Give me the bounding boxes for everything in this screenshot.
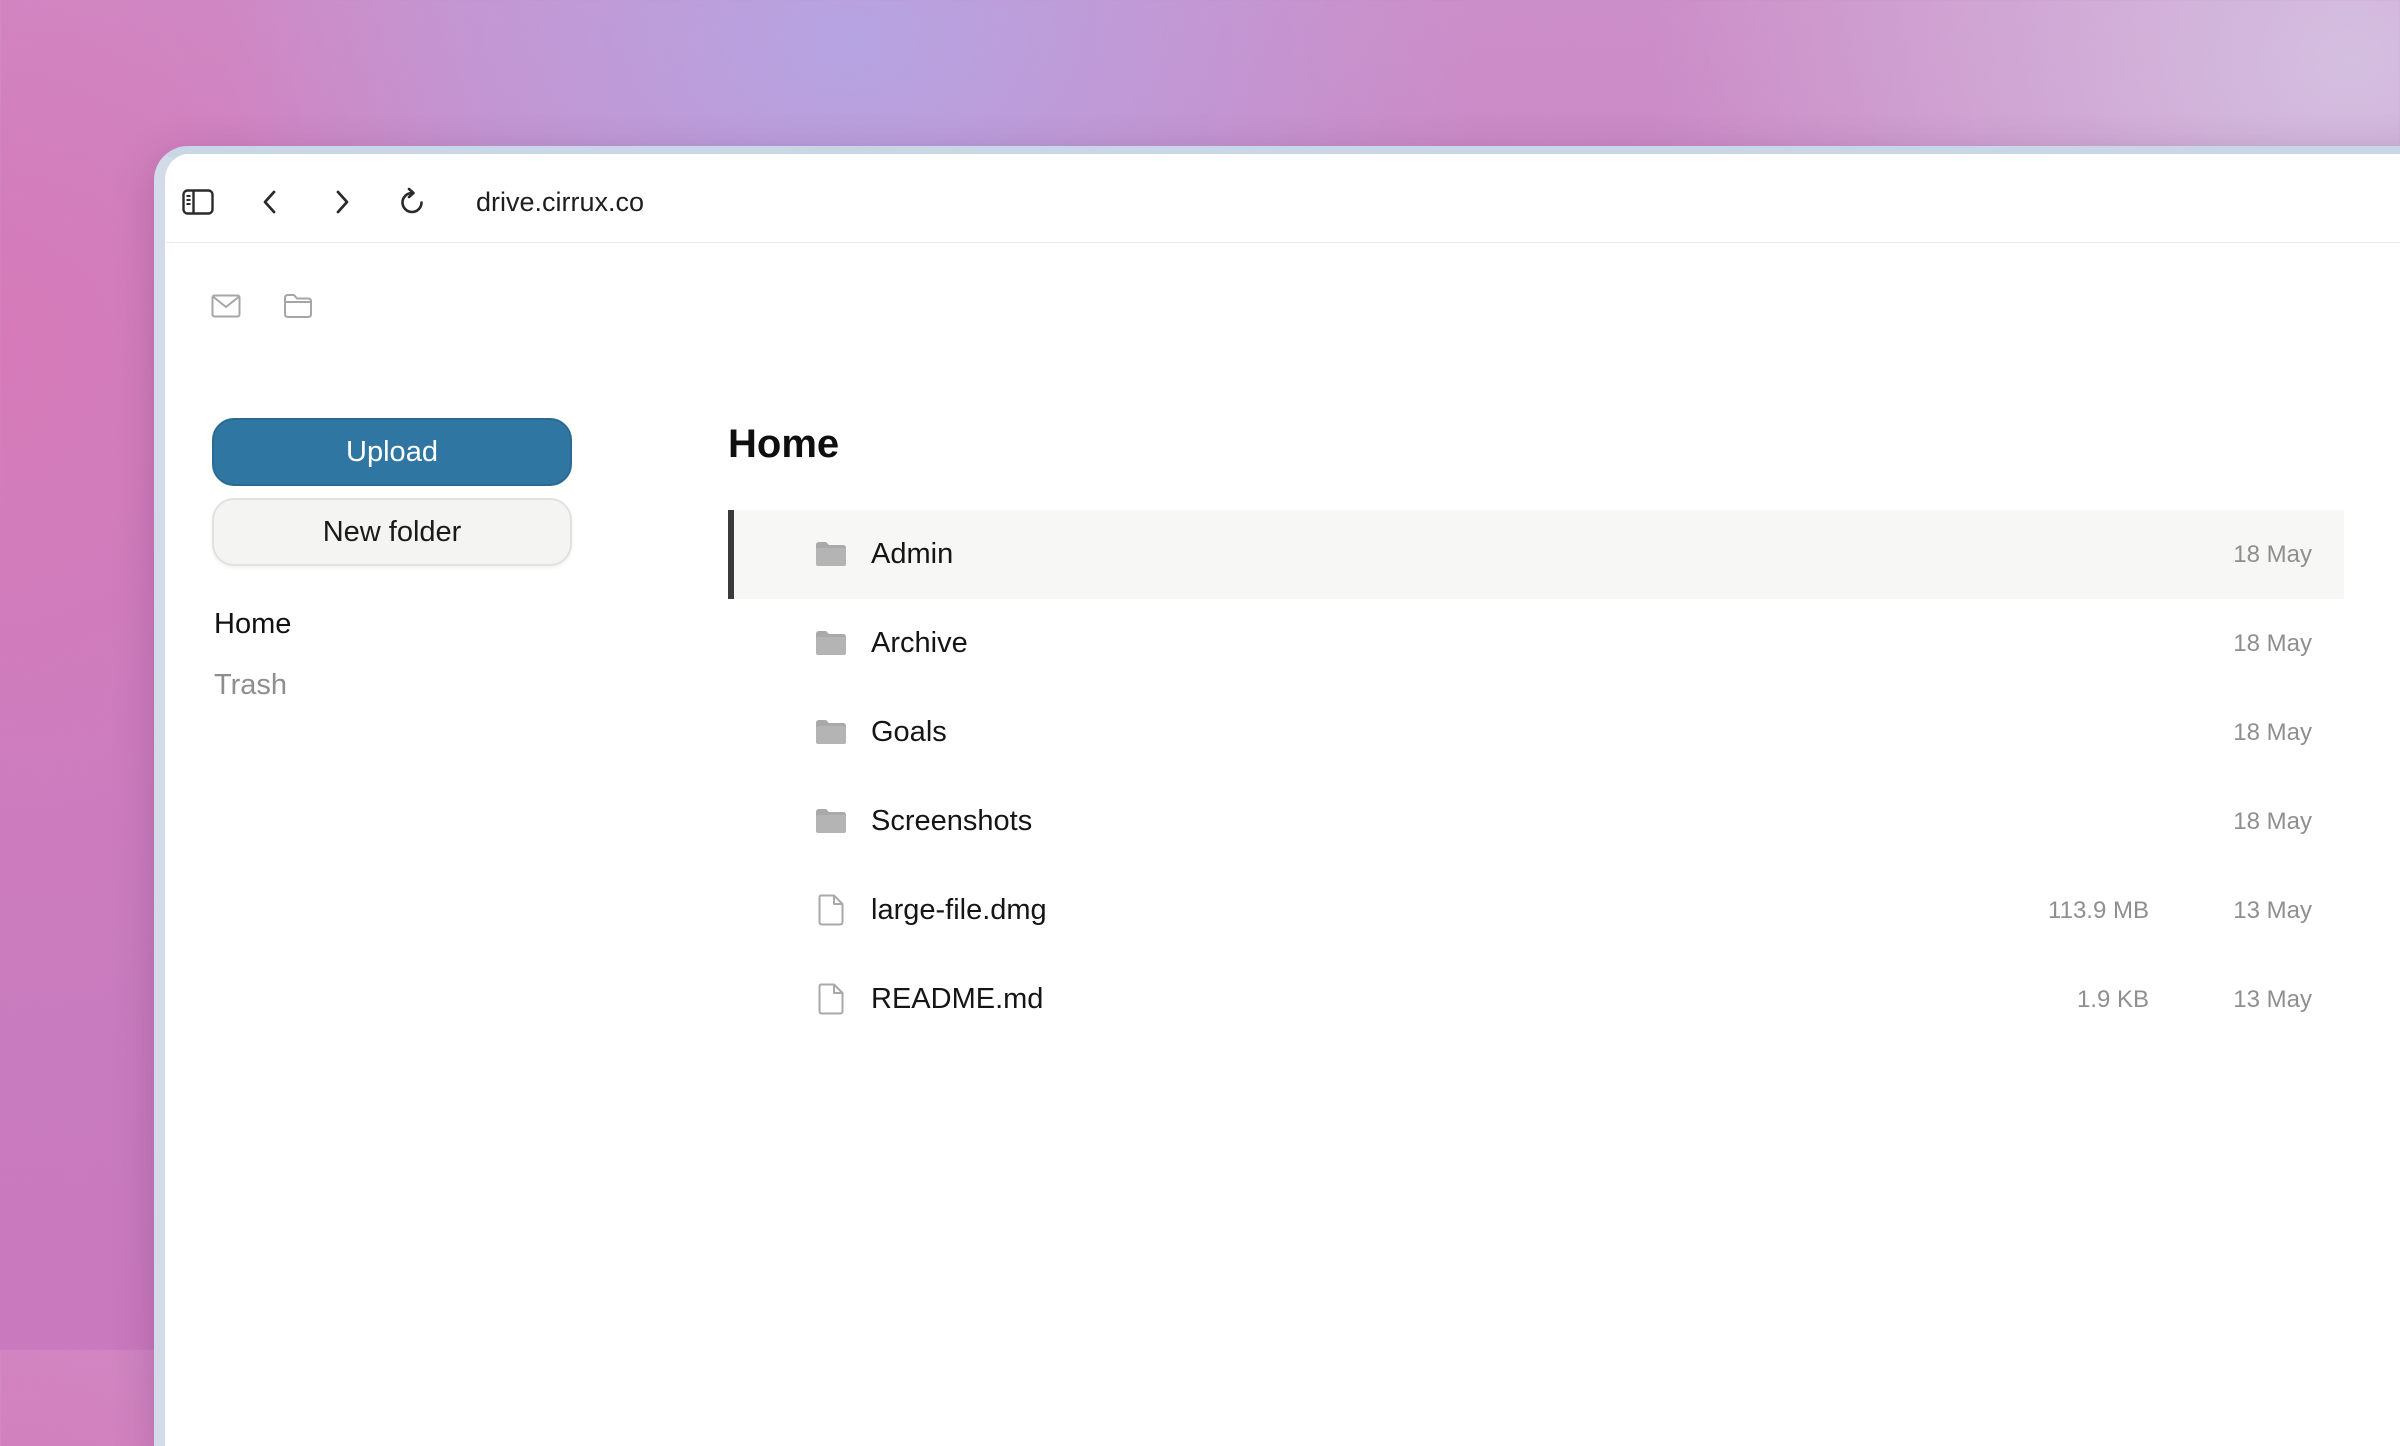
reload-icon[interactable] xyxy=(394,184,430,220)
file-name: Screenshots xyxy=(871,805,1033,837)
file-size: 1.9 KB xyxy=(2076,986,2149,1013)
file-date: 18 May xyxy=(2233,808,2312,835)
file-name: large-file.dmg xyxy=(871,894,1047,926)
file-date: 18 May xyxy=(2233,541,2312,568)
browser-window: drive.cirrux.co Upload New folder Home T… xyxy=(154,146,2400,1446)
file-icon xyxy=(813,892,849,928)
new-folder-button[interactable]: New folder xyxy=(212,498,572,566)
list-item[interactable]: Goals 18 May xyxy=(728,688,2344,777)
folder-icon xyxy=(813,625,849,661)
file-name: Goals xyxy=(871,716,947,748)
file-date: 18 May xyxy=(2233,719,2312,746)
file-date: 18 May xyxy=(2233,630,2312,657)
address-bar[interactable]: drive.cirrux.co xyxy=(476,184,644,220)
sidebar-toggle-icon[interactable] xyxy=(180,184,216,220)
list-item[interactable]: README.md 1.9 KB 13 May xyxy=(728,955,2344,1044)
list-item[interactable]: Admin 18 May xyxy=(728,510,2344,599)
list-item[interactable]: Screenshots 18 May xyxy=(728,777,2344,866)
folder-icon xyxy=(813,536,849,572)
file-name: Archive xyxy=(871,627,968,659)
file-date: 13 May xyxy=(2233,986,2312,1013)
file-size: 113.9 MB xyxy=(2048,897,2149,924)
mail-icon[interactable] xyxy=(208,288,244,324)
list-item[interactable]: large-file.dmg 113.9 MB 13 May xyxy=(728,866,2344,955)
list-item[interactable]: Archive 18 May xyxy=(728,599,2344,688)
page-title: Home xyxy=(728,422,840,466)
file-name: README.md xyxy=(871,983,1044,1015)
sidebar-item-trash[interactable]: Trash xyxy=(214,669,287,702)
file-name: Admin xyxy=(871,538,954,570)
file-date: 13 May xyxy=(2233,897,2312,924)
file-icon xyxy=(813,981,849,1017)
folder-outline-icon[interactable] xyxy=(280,288,316,324)
browser-toolbar: drive.cirrux.co xyxy=(165,154,2400,243)
back-icon[interactable] xyxy=(252,184,288,220)
folder-icon xyxy=(813,714,849,750)
folder-icon xyxy=(813,803,849,839)
file-list: Admin 18 May Archive 18 May Goals 18 May… xyxy=(728,510,2344,1044)
forward-icon[interactable] xyxy=(324,184,360,220)
upload-button[interactable]: Upload xyxy=(212,418,572,486)
sidebar-item-home[interactable]: Home xyxy=(214,608,291,641)
